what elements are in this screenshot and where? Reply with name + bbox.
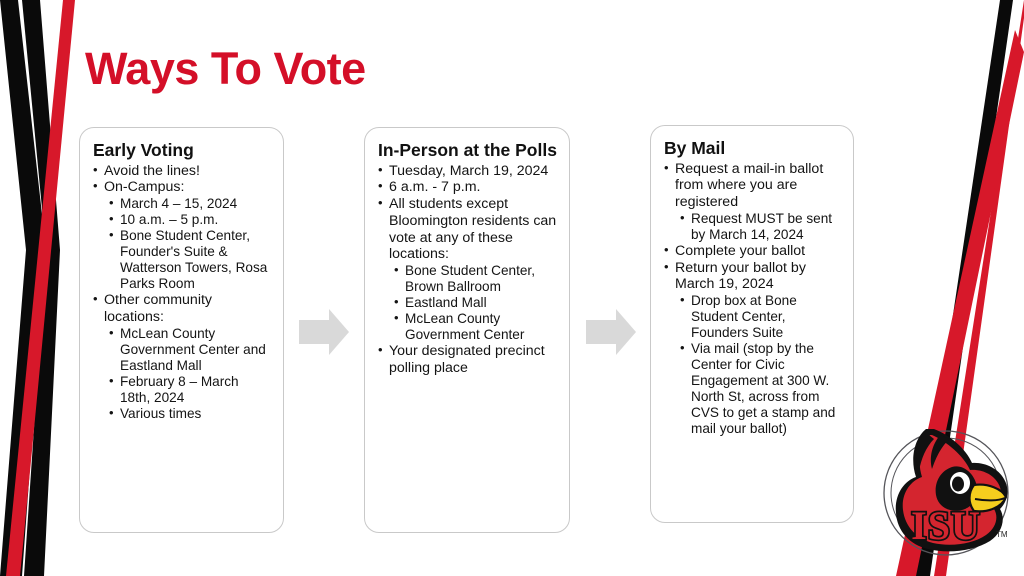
list-item-text: McLean County Government Center and East… xyxy=(120,325,266,373)
arrow-early-to-inperson xyxy=(299,309,349,355)
list-item-text: March 4 – 15, 2024 xyxy=(120,196,238,212)
list-item-text: Avoid the lines! xyxy=(104,162,200,179)
card-heading: Early Voting xyxy=(93,140,194,160)
card-early-voting: Early Voting Avoid the lines! On-Campus:… xyxy=(79,127,284,533)
logo-trademark: TM xyxy=(996,530,1008,539)
card-sub-list: McLean County Government Center and East… xyxy=(91,325,272,422)
list-item-text: Request a mail-in ballot from where you … xyxy=(675,160,824,211)
list-item: Other community locations: xyxy=(91,291,272,326)
card-heading: In-Person at the Polls xyxy=(378,140,557,160)
card-bullet-list: Avoid the lines! On-Campus: March 4 – 15… xyxy=(91,162,272,422)
list-item: Your designated precinct polling place xyxy=(376,342,558,377)
list-item-text: Via mail (stop by the Center for Civic E… xyxy=(691,341,836,437)
card-heading: By Mail xyxy=(664,138,726,158)
list-item-text: Other community locations: xyxy=(104,292,213,326)
left-red-stripe xyxy=(6,0,75,576)
card-sub-list: March 4 – 15, 2024 10 a.m. – 5 p.m. Bone… xyxy=(91,195,272,292)
list-item: Request a mail-in ballot from where you … xyxy=(662,160,842,211)
card-bullet-list: Tuesday, March 19, 2024 6 a.m. - 7 p.m. … xyxy=(376,162,558,377)
redbird-head: ISU xyxy=(895,429,1008,552)
list-item-text: On-Campus: xyxy=(104,179,185,196)
list-item: Via mail (stop by the Center for Civic E… xyxy=(678,340,842,437)
list-item-text: 6 a.m. - 7 p.m. xyxy=(389,179,481,196)
list-item: McLean County Government Center xyxy=(392,310,558,343)
logo-wordmark: ISU xyxy=(911,503,981,548)
list-item-text: Eastland Mall xyxy=(405,295,487,311)
list-item: 10 a.m. – 5 p.m. xyxy=(107,211,272,228)
list-item: Complete your ballot xyxy=(662,242,842,260)
list-item-text: All students except Bloomington resident… xyxy=(389,196,557,263)
left-black-stripe-upper xyxy=(0,0,46,576)
list-item: Various times xyxy=(107,405,272,422)
redbird-pupil xyxy=(952,476,964,492)
list-item: Return your ballot by March 19, 2024 xyxy=(662,259,842,294)
list-item-text: February 8 – March 18th, 2024 xyxy=(120,373,239,405)
arrow-inperson-to-bymail xyxy=(586,309,636,355)
list-item-text: Tuesday, March 19, 2024 xyxy=(389,162,549,179)
list-item-text: Complete your ballot xyxy=(675,242,806,259)
list-item-text: Return your ballot by March 19, 2024 xyxy=(675,259,806,293)
list-item: Tuesday, March 19, 2024 xyxy=(376,162,558,180)
list-item-text: McLean County Government Center xyxy=(405,311,525,343)
list-item: Drop box at Bone Student Center, Founder… xyxy=(678,292,842,341)
isu-redbird-logo: ISU TM xyxy=(883,429,1009,556)
list-item: March 4 – 15, 2024 xyxy=(107,195,272,212)
list-item-text: Bone Student Center, Founder's Suite & W… xyxy=(120,228,268,292)
list-item-text: Request MUST be sent by March 14, 2024 xyxy=(691,210,833,242)
page-title: Ways To Vote xyxy=(85,43,366,94)
card-in-person-polls: In-Person at the Polls Tuesday, March 19… xyxy=(364,127,570,533)
list-item: On-Campus: xyxy=(91,178,272,196)
list-item-text: Bone Student Center, Brown Ballroom xyxy=(405,263,535,295)
card-sub-list: Drop box at Bone Student Center, Founder… xyxy=(662,292,842,437)
list-item-text: Drop box at Bone Student Center, Founder… xyxy=(691,293,797,341)
left-white-gap xyxy=(0,232,12,258)
card-sub-list: Bone Student Center, Brown Ballroom East… xyxy=(376,262,558,343)
list-item: Bone Student Center, Founder's Suite & W… xyxy=(107,227,272,292)
list-item: Bone Student Center, Brown Ballroom xyxy=(392,262,558,295)
card-by-mail: By Mail Request a mail-in ballot from wh… xyxy=(650,125,854,523)
list-item: McLean County Government Center and East… xyxy=(107,325,272,374)
list-item: Request MUST be sent by March 14, 2024 xyxy=(678,210,842,243)
list-item: All students except Bloomington resident… xyxy=(376,195,558,263)
list-item: Eastland Mall xyxy=(392,294,558,311)
list-item: Avoid the lines! xyxy=(91,162,272,180)
list-item: 6 a.m. - 7 p.m. xyxy=(376,178,558,196)
list-item-text: Your designated precinct polling place xyxy=(389,343,545,377)
left-black-stripe-lower xyxy=(22,0,60,576)
slide-canvas: Ways To Vote Early Voting Avoid the line… xyxy=(0,0,1024,576)
card-sub-list: Request MUST be sent by March 14, 2024 xyxy=(662,210,842,243)
list-item-text: Various times xyxy=(120,405,202,421)
list-item-text: 10 a.m. – 5 p.m. xyxy=(120,212,219,228)
list-item: February 8 – March 18th, 2024 xyxy=(107,373,272,406)
card-bullet-list: Request a mail-in ballot from where you … xyxy=(662,160,842,438)
